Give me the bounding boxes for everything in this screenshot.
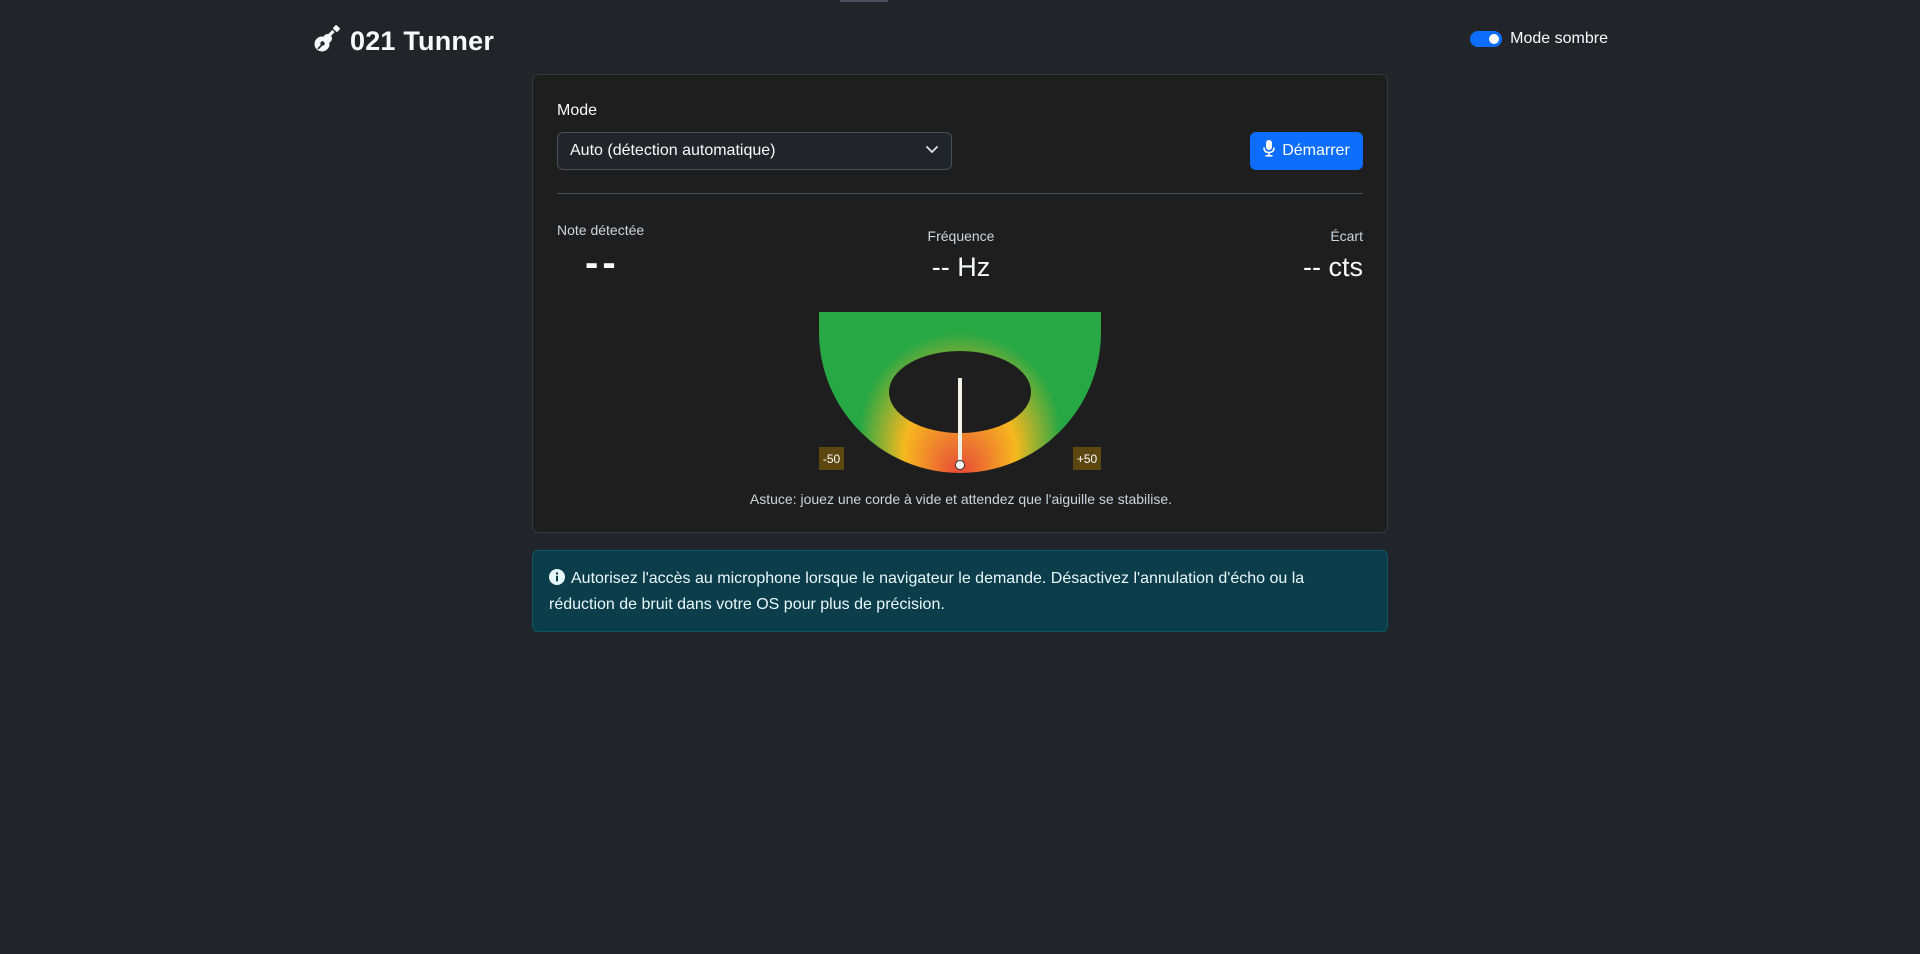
start-button[interactable]: Démarrer (1250, 132, 1363, 170)
frequency-label: Fréquence (927, 228, 995, 244)
tuning-gauge: -50 +50 (819, 312, 1101, 473)
divider (557, 193, 1363, 194)
app-title: 021 Tunner (350, 26, 495, 56)
tuner-card: Mode Auto (détection automatique) Démarr… (532, 74, 1388, 533)
deviation-label: Écart (1330, 228, 1363, 244)
alert-text: Autorisez l'accès au microphone lorsque … (549, 570, 1305, 613)
dark-mode-switch[interactable] (1470, 31, 1503, 47)
gauge-min-label: -50 (823, 452, 841, 466)
info-icon (549, 569, 565, 593)
app-header: 021 Tunner Mode sombre (312, 22, 1608, 62)
frequency-value: -- Hz (931, 252, 991, 282)
deviation-value: -- cts (1303, 252, 1363, 282)
top-scroll-indicator (840, 0, 888, 2)
dark-mode-toggle[interactable]: Mode sombre (1470, 30, 1608, 48)
gauge-max-label: +50 (1077, 452, 1098, 466)
mode-select-value: Auto (détection automatique) (570, 142, 776, 159)
dark-mode-label: Mode sombre (1510, 30, 1608, 47)
microphone-icon (1263, 140, 1276, 162)
chevron-down-icon (925, 142, 939, 161)
microphone-info-alert: Autorisez l'accès au microphone lorsque … (532, 550, 1388, 632)
switch-knob (1489, 34, 1500, 44)
mode-select[interactable]: Auto (détection automatique) (557, 132, 952, 170)
mode-label: Mode (557, 102, 598, 119)
guitar-icon (312, 24, 342, 59)
start-button-label: Démarrer (1282, 142, 1350, 159)
tip-text: Astuce: jouez une corde à vide et attend… (749, 491, 1173, 507)
brand: 021 Tunner (312, 24, 494, 59)
